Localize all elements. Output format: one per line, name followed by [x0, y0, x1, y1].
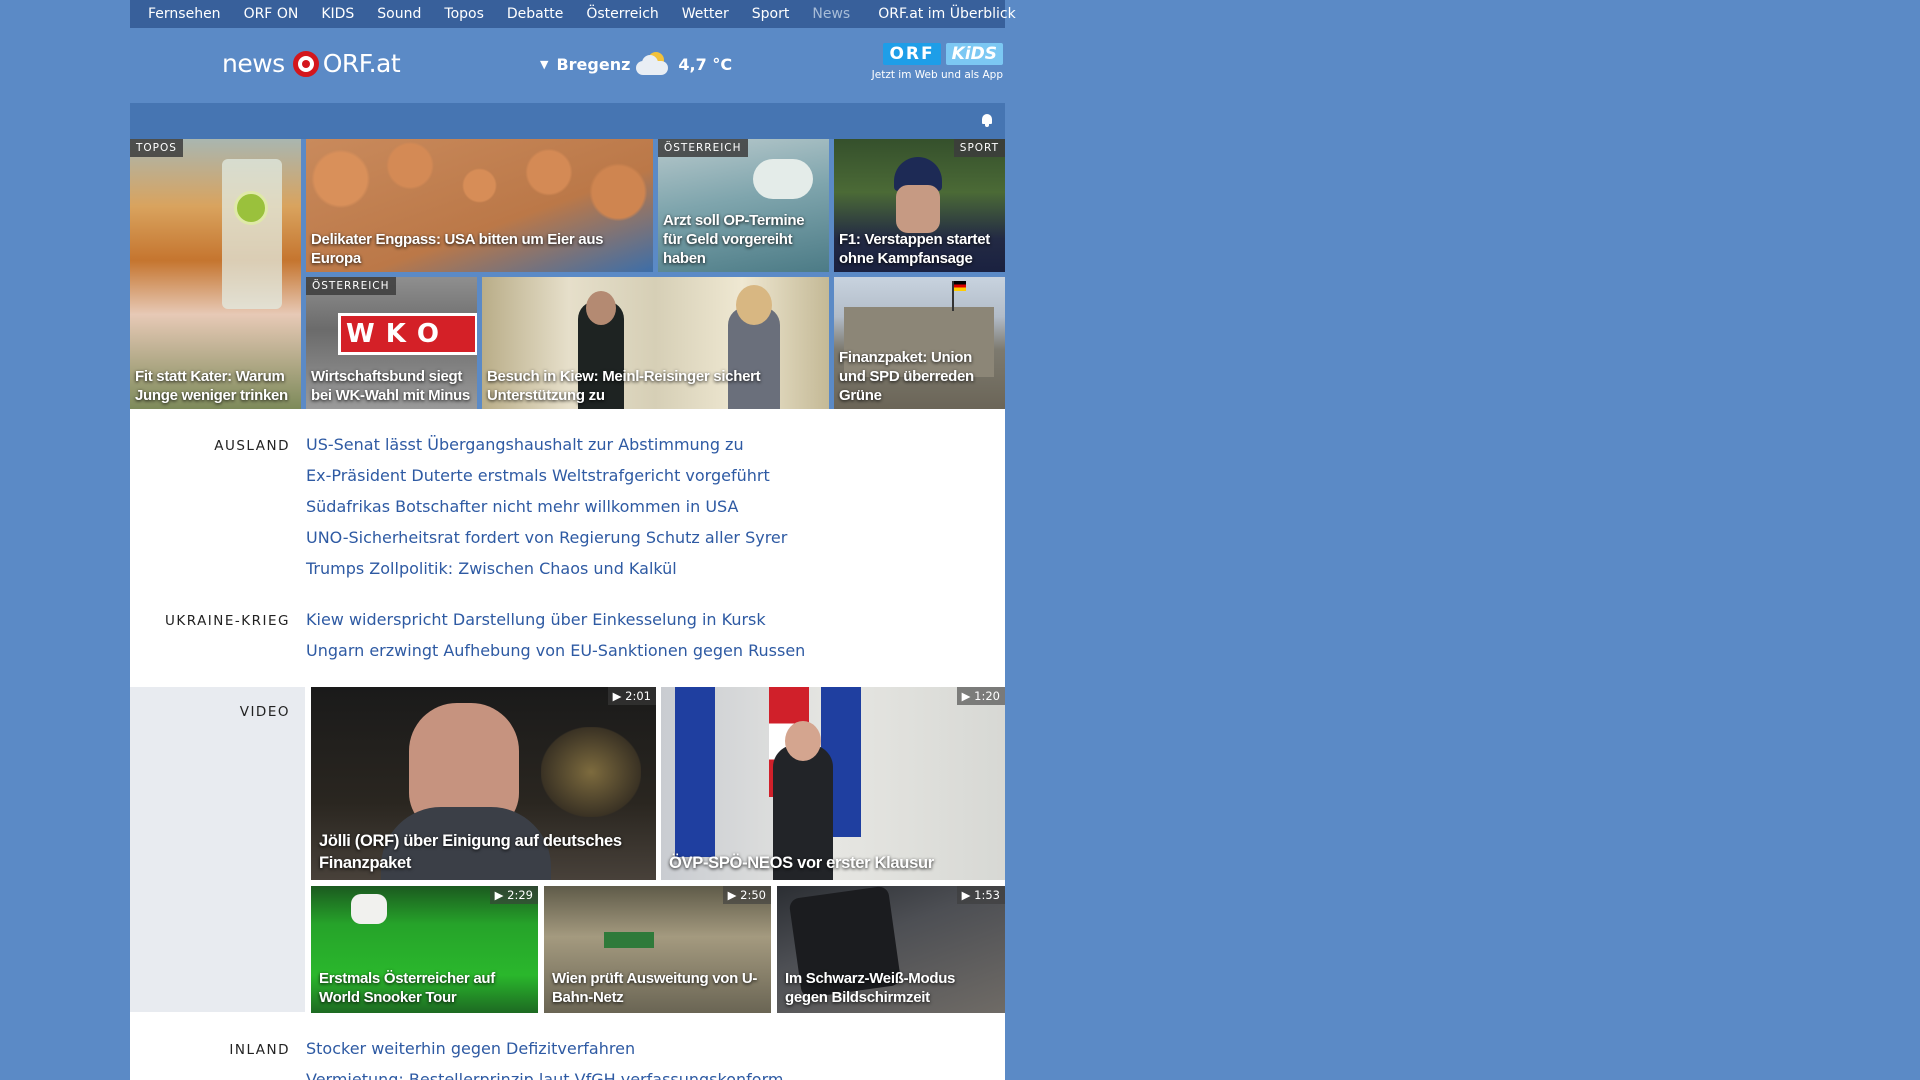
video-section-sidebar — [130, 687, 305, 1012]
tile-tag: TOPOS — [130, 139, 183, 157]
tile-tag: ÖSTERREICH — [306, 277, 396, 295]
video-duration: ▶ 2:50 — [722, 886, 771, 904]
teaser-tile-topos[interactable]: TOPOS Fit statt Kater: Warum Junge wenig… — [130, 139, 301, 409]
video-tile[interactable]: ▶ 2:01 Jölli (ORF) über Einigung auf deu… — [311, 687, 656, 880]
nav-overview-link[interactable]: ORF.at im Überblick — [878, 6, 1015, 22]
weather-city: Bregenz — [556, 54, 631, 74]
notification-bar — [130, 103, 1005, 139]
video-caption: Erstmals Österreicher auf World Snooker … — [319, 970, 495, 1006]
nav-item-orf-on[interactable]: ORF ON — [244, 6, 299, 22]
tile-caption: Arzt soll OP-Termine für Geld vorgereiht… — [663, 212, 805, 267]
video-tile[interactable]: ▶ 2:29 Erstmals Österreicher auf World S… — [311, 886, 538, 1013]
kids-subtitle: Jetzt im Web und als App — [871, 69, 1003, 81]
nav-item-topos[interactable]: Topos — [444, 6, 483, 22]
news-link[interactable]: Stocker weiterhin gegen Defizitverfahren — [306, 1039, 783, 1070]
tile-caption: Wirtschaftsbund siegt bei WK-Wahl mit Mi… — [311, 368, 470, 404]
video-caption: Wien prüft Ausweitung von U-Bahn-Netz — [552, 970, 758, 1006]
bell-icon[interactable] — [981, 113, 993, 127]
tile-caption: Delikater Engpass: USA bitten um Eier au… — [311, 231, 604, 267]
news-link[interactable]: Kiew widerspricht Darstellung über Einke… — [306, 610, 805, 641]
weather-temperature: 4,7 °C — [678, 54, 733, 74]
logo-news-text: news — [222, 49, 285, 78]
nav-item-fernsehen[interactable]: Fernsehen — [148, 6, 221, 22]
video-duration: ▶ 1:20 — [956, 687, 1005, 705]
video-caption: Jölli (ORF) über Einigung auf deutsches … — [319, 832, 622, 872]
tile-tag: ÖSTERREICH — [658, 139, 748, 157]
kids-logo-orf: ORF — [883, 43, 941, 65]
news-link[interactable]: Ex-Präsident Duterte erstmals Weltstrafg… — [306, 466, 787, 497]
weather-widget[interactable]: ▼ Bregenz 4,7 °C — [540, 52, 732, 76]
news-link[interactable]: US-Senat lässt Übergangshaushalt zur Abs… — [306, 435, 787, 466]
nav-item-debatte[interactable]: Debatte — [507, 6, 563, 22]
section-label-video: VIDEO — [239, 704, 290, 720]
teaser-tile-arzt[interactable]: ÖSTERREICH Arzt soll OP-Termine für Geld… — [658, 139, 829, 272]
tile-caption: Fit statt Kater: Warum Junge weniger tri… — [135, 368, 288, 404]
wko-sign-text: W K O — [346, 319, 441, 349]
top-navigation: Fernsehen ORF ON KIDS Sound Topos Debatt… — [130, 0, 1016, 28]
video-tile[interactable]: ▶ 1:53 Im Schwarz-Weiß-Modus gegen Bilds… — [777, 886, 1005, 1013]
tile-caption: F1: Verstappen startet ohne Kampfansage — [839, 231, 990, 267]
video-duration: ▶ 1:53 — [956, 886, 1005, 904]
section-label-inland: INLAND — [229, 1042, 290, 1058]
kids-logo-kids: KiDS — [945, 43, 1003, 65]
news-link[interactable]: Trumps Zollpolitik: Zwischen Chaos und K… — [306, 559, 787, 590]
teaser-tile-kiew[interactable]: Besuch in Kiew: Meinl-Reisinger sichert … — [482, 277, 829, 409]
tile-tag: SPORT — [953, 139, 1005, 157]
video-duration: ▶ 2:01 — [607, 687, 656, 705]
news-orf-logo[interactable]: news ORF.at — [222, 49, 401, 78]
video-caption: ÖVP-SPÖ-NEOS vor erster Klausur — [669, 854, 934, 872]
nav-item-sport[interactable]: Sport — [752, 6, 790, 22]
tile-caption: Besuch in Kiew: Meinl-Reisinger sichert … — [487, 368, 761, 404]
news-link[interactable]: Vermietung: Bestellerprinzip laut VfGH v… — [306, 1070, 783, 1080]
teaser-tile-sport[interactable]: SPORT F1: Verstappen startet ohne Kampfa… — [834, 139, 1005, 272]
nav-item-wetter[interactable]: Wetter — [682, 6, 729, 22]
logo-orf-text: ORF.at — [322, 49, 401, 78]
news-link[interactable]: Ungarn erzwingt Aufhebung von EU-Sanktio… — [306, 641, 805, 672]
nav-item-kids[interactable]: KIDS — [321, 6, 354, 22]
tile-caption: Finanzpaket: Union und SPD überreden Grü… — [839, 349, 974, 404]
section-label-ausland: AUSLAND — [214, 438, 290, 454]
nav-item-sound[interactable]: Sound — [377, 6, 421, 22]
page-header: news ORF.at ▼ Bregenz 4,7 °C ORF KiDS Je… — [130, 28, 1005, 103]
news-link[interactable]: UNO-Sicherheitsrat fordert von Regierung… — [306, 528, 787, 559]
orf-kids-banner[interactable]: ORF KiDS Jetzt im Web und als App — [872, 43, 1003, 81]
video-caption: Im Schwarz-Weiß-Modus gegen Bildschirmze… — [785, 970, 956, 1006]
teaser-tile-eggs[interactable]: Delikater Engpass: USA bitten um Eier au… — [306, 139, 653, 272]
nav-item-news[interactable]: News — [812, 6, 850, 22]
teaser-tile-wko[interactable]: W K O ÖSTERREICH Wirtschaftsbund siegt b… — [306, 277, 477, 409]
news-link[interactable]: Südafrikas Botschafter nicht mehr willko… — [306, 497, 787, 528]
video-tile[interactable]: ▶ 2:50 Wien prüft Ausweitung von U-Bahn-… — [544, 886, 771, 1013]
section-label-ukraine: UKRAINE-KRIEG — [165, 613, 290, 629]
chevron-down-icon: ▼ — [540, 57, 549, 71]
teaser-tile-finanzpaket[interactable]: Finanzpaket: Union und SPD überreden Grü… — [834, 277, 1005, 409]
nav-item-oesterreich[interactable]: Österreich — [586, 6, 658, 22]
partly-cloudy-icon — [636, 52, 670, 76]
video-tile[interactable]: ▶ 1:20 ÖVP-SPÖ-NEOS vor erster Klausur — [661, 687, 1005, 880]
video-duration: ▶ 2:29 — [489, 886, 538, 904]
orf-eye-icon — [292, 50, 319, 77]
